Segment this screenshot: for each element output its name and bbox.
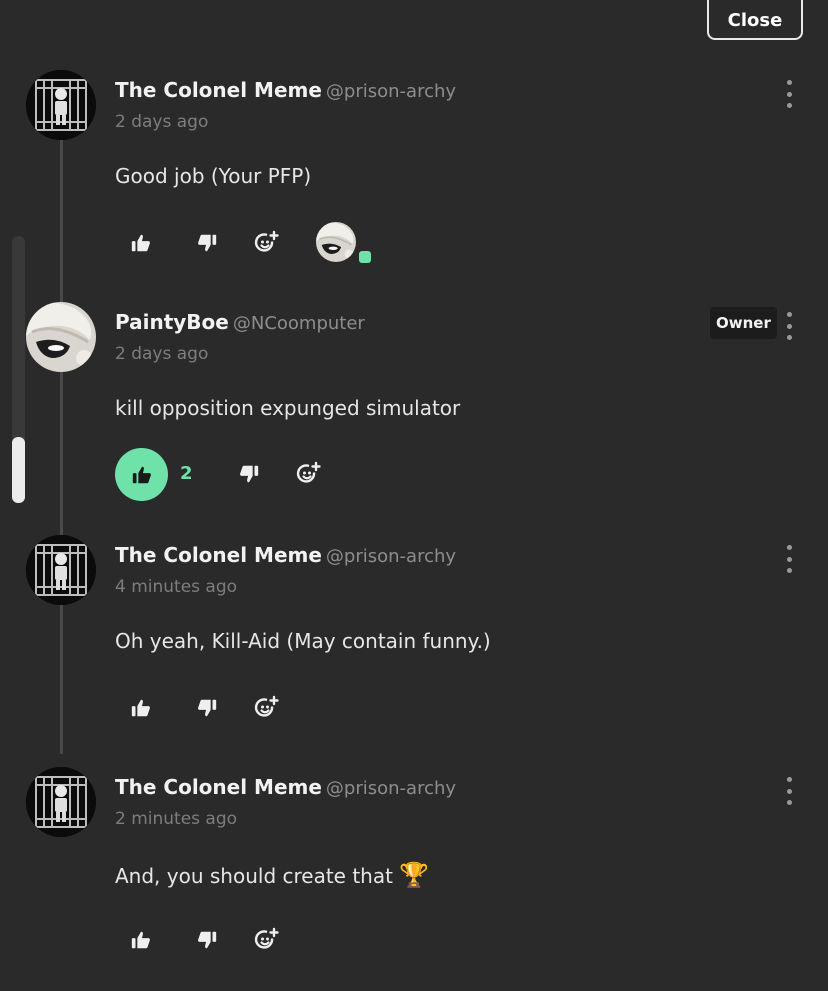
like-button[interactable] xyxy=(115,682,167,734)
prison-cell-avatar-icon xyxy=(26,535,96,605)
author-name[interactable]: The Colonel Meme xyxy=(115,543,322,567)
like-button[interactable] xyxy=(115,448,168,501)
reaction-badge xyxy=(359,251,371,263)
timestamp: 2 minutes ago xyxy=(115,809,238,829)
thumbs-up-icon xyxy=(130,697,152,719)
timestamp: 2 days ago xyxy=(115,344,209,364)
author-handle[interactable]: @prison-archy xyxy=(326,778,456,799)
add-reaction-icon xyxy=(254,927,280,953)
author-handle[interactable]: @NCoomputer xyxy=(233,313,365,334)
add-reaction-button[interactable] xyxy=(241,914,293,966)
author-name[interactable]: The Colonel Meme xyxy=(115,78,322,102)
profile-picture-icon xyxy=(26,302,96,372)
avatar[interactable] xyxy=(26,535,96,605)
thumbs-down-icon xyxy=(196,697,218,719)
add-reaction-button[interactable] xyxy=(283,448,335,500)
author-handle[interactable]: @prison-archy xyxy=(326,546,456,567)
timestamp: 2 days ago xyxy=(115,112,209,132)
prison-cell-avatar-icon xyxy=(26,767,96,837)
comment: The Colonel Meme @prison-archy 2 minutes … xyxy=(0,767,828,991)
thumbs-down-icon xyxy=(238,463,260,485)
avatar-image xyxy=(316,222,356,262)
add-reaction-button[interactable] xyxy=(241,217,293,269)
comment-header: The Colonel Meme @prison-archy xyxy=(115,78,456,102)
comment: PaintyBoe @NCoomputer Owner 2 days ago ki… xyxy=(0,302,828,522)
trophy-emoji: 🏆 xyxy=(399,861,430,889)
close-button[interactable]: Close xyxy=(707,0,803,40)
like-count: 2 xyxy=(180,463,193,484)
add-reaction-button[interactable] xyxy=(241,682,293,734)
author-name[interactable]: PaintyBoe xyxy=(115,310,229,334)
comment: The Colonel Meme @prison-archy 2 days ago… xyxy=(0,70,828,290)
prison-cell-avatar-icon xyxy=(26,70,96,140)
owner-badge: Owner xyxy=(710,307,777,339)
author-name[interactable]: The Colonel Meme xyxy=(115,775,322,799)
comment-text: And, you should create that 🏆 xyxy=(115,861,429,889)
avatar[interactable] xyxy=(26,767,96,837)
creator-heart-avatar xyxy=(316,222,356,262)
dislike-button[interactable] xyxy=(181,682,233,734)
avatar[interactable] xyxy=(26,302,96,372)
comment-header: The Colonel Meme @prison-archy xyxy=(115,775,456,799)
dislike-button[interactable] xyxy=(223,448,275,500)
comment-header: PaintyBoe @NCoomputer xyxy=(115,310,365,334)
more-options-icon[interactable] xyxy=(780,777,798,805)
avatar[interactable] xyxy=(26,70,96,140)
comment-text-content: And, you should create that xyxy=(115,864,393,888)
thumbs-up-icon xyxy=(130,232,152,254)
timestamp: 4 minutes ago xyxy=(115,577,238,597)
more-options-icon[interactable] xyxy=(780,80,798,108)
thumbs-up-icon xyxy=(130,929,152,951)
dislike-button[interactable] xyxy=(181,914,233,966)
add-reaction-icon xyxy=(254,230,280,256)
comment-text: Good job (Your PFP) xyxy=(115,164,312,188)
like-button[interactable] xyxy=(115,217,167,269)
add-reaction-icon xyxy=(254,695,280,721)
author-handle[interactable]: @prison-archy xyxy=(326,81,456,102)
thumbs-down-icon xyxy=(196,929,218,951)
more-options-icon[interactable] xyxy=(780,312,798,340)
comment-text: kill opposition expunged simulator xyxy=(115,396,461,420)
comment: The Colonel Meme @prison-archy 4 minutes … xyxy=(0,535,828,755)
dislike-button[interactable] xyxy=(181,217,233,269)
comment-text: Oh yeah, Kill-Aid (May contain funny.) xyxy=(115,629,491,653)
like-button[interactable] xyxy=(115,914,167,966)
comment-header: The Colonel Meme @prison-archy xyxy=(115,543,456,567)
thumbs-up-icon xyxy=(131,464,153,486)
more-options-icon[interactable] xyxy=(780,545,798,573)
thumbs-down-icon xyxy=(196,232,218,254)
add-reaction-icon xyxy=(296,461,322,487)
